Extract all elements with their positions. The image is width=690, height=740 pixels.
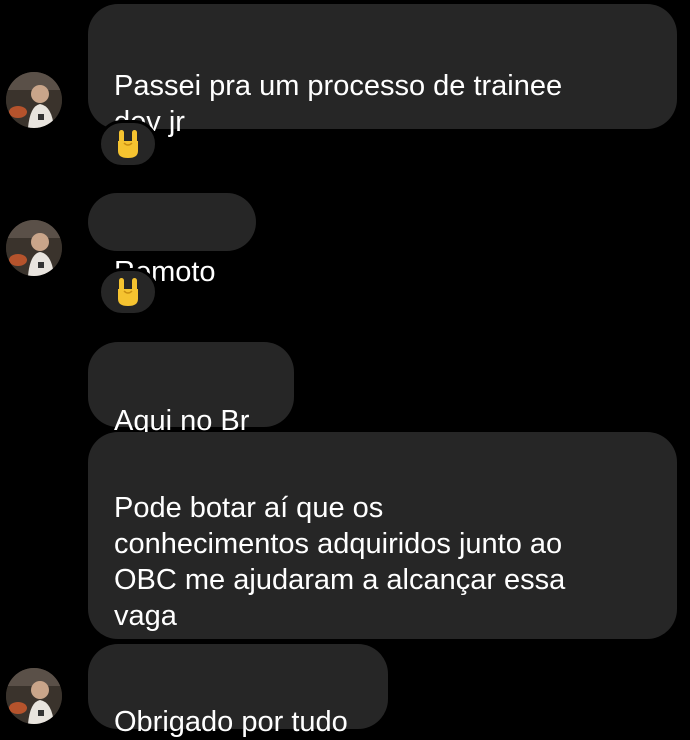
rock-on-hand-icon (118, 130, 138, 158)
message-bubble[interactable]: Obrigado por tudo (88, 644, 388, 738)
sender-avatar[interactable] (6, 668, 62, 724)
avatar-photo-icon (6, 72, 62, 128)
message-bubble[interactable]: Remoto (88, 193, 256, 288)
message-bubble[interactable]: Pode botar aí que os conhecimentos adqui… (88, 432, 677, 639)
message-bubble[interactable]: Aqui no Br (88, 342, 294, 437)
message-reaction[interactable] (98, 120, 158, 168)
message-bubble[interactable]: Passei pra um processo de trainee dev jr (88, 4, 677, 138)
message-text: Passei pra um processo de trainee dev jr (114, 70, 563, 138)
rock-on-hand-icon (118, 278, 138, 306)
message-reaction[interactable] (98, 268, 158, 316)
sender-avatar[interactable] (6, 72, 62, 128)
avatar-photo-icon (6, 668, 62, 724)
sender-avatar[interactable] (6, 220, 62, 276)
message-text: Pode botar aí que os conhecimentos adqui… (114, 492, 566, 632)
message-text: Obrigado por tudo (114, 706, 348, 738)
avatar-photo-icon (6, 220, 62, 276)
